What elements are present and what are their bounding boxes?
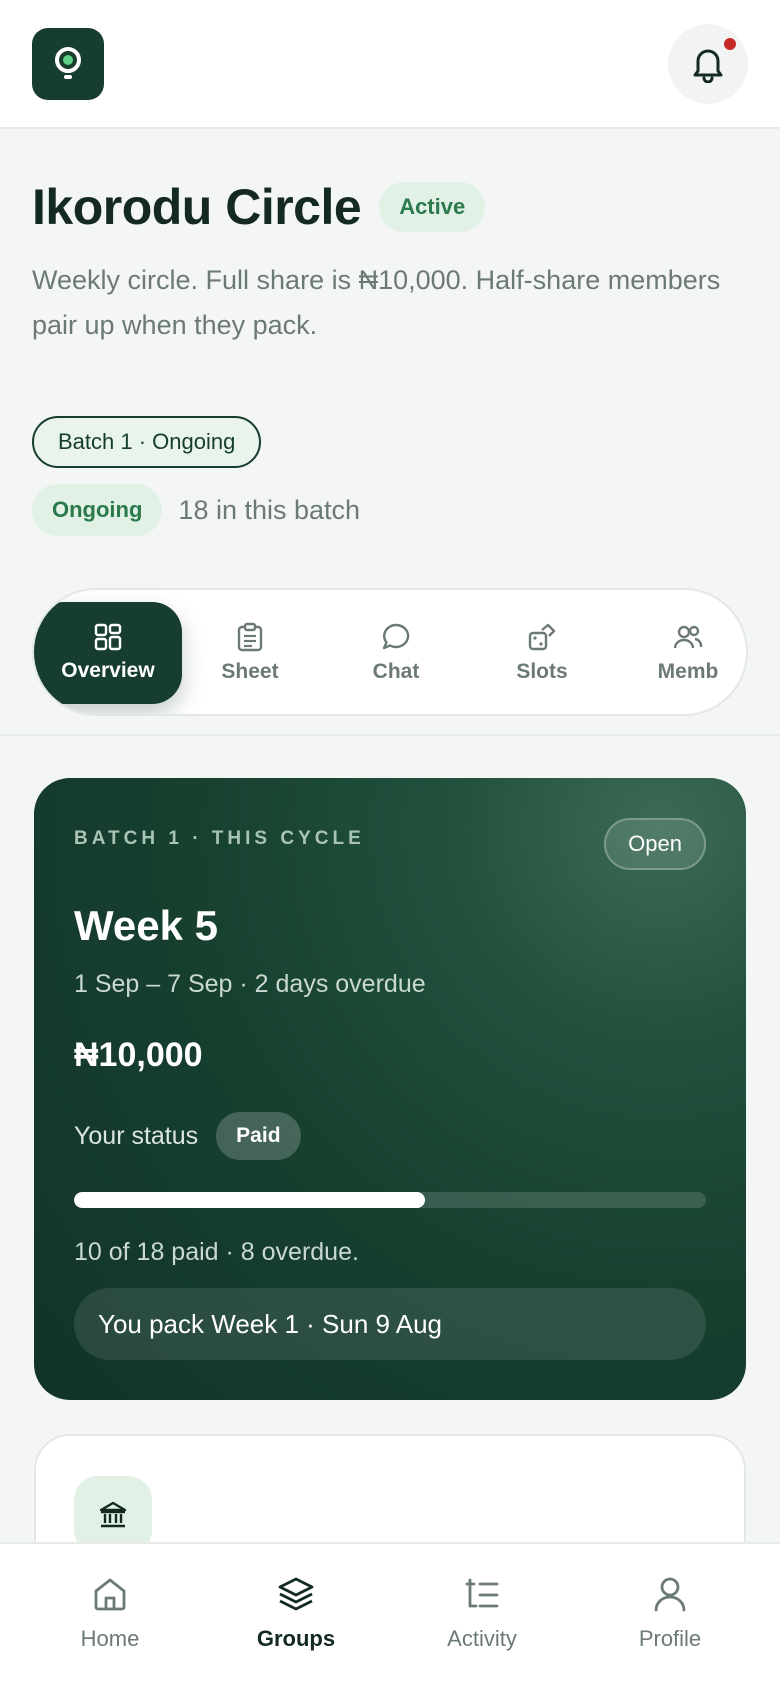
top-bar <box>0 0 780 129</box>
tab-sheet[interactable]: Sheet <box>176 602 324 704</box>
group-description: Weekly circle. Full share is ₦10,000. Ha… <box>32 265 721 340</box>
payment-progress-bar <box>74 1192 706 1208</box>
batch-status-badge: Ongoing <box>32 484 163 536</box>
nav-activity[interactable]: Activity <box>402 1576 562 1666</box>
nav-label: Home <box>80 1626 140 1651</box>
page-title: Ikorodu Circle <box>32 179 362 235</box>
tab-label: Chat <box>372 660 420 683</box>
notifications-button[interactable] <box>668 24 748 104</box>
slots-icon <box>528 623 556 651</box>
tab-overview[interactable]: Overview <box>34 602 182 704</box>
nav-label: Profile <box>638 1626 702 1651</box>
your-status-row: Your status Paid <box>74 1112 301 1160</box>
grid-icon <box>94 623 122 651</box>
nav-groups[interactable]: Groups <box>216 1576 376 1666</box>
tab-label: Memb <box>657 660 719 683</box>
tab-label: Overview <box>61 659 155 682</box>
status-badge: Active <box>379 182 486 232</box>
paid-summary: 10 of 18 paid · 8 overdue. <box>74 1238 359 1266</box>
bottom-navigation: Home Groups Activity Profile <box>0 1542 780 1688</box>
cycle-week: Week 5 <box>74 902 218 949</box>
members-icon <box>673 625 703 649</box>
nav-label: Groups <box>256 1626 336 1651</box>
paid-badge: Paid <box>216 1112 301 1160</box>
chat-bubble-icon <box>382 623 410 650</box>
tab-slots[interactable]: Slots <box>468 602 616 704</box>
cycle-state-badge: Open <box>604 818 706 870</box>
home-icon <box>94 1578 126 1611</box>
nav-home[interactable]: Home <box>30 1576 190 1666</box>
clipboard-icon <box>237 622 263 652</box>
divider <box>0 734 780 736</box>
nav-label: Activity <box>447 1626 517 1651</box>
user-icon <box>654 1577 686 1612</box>
notification-dot <box>722 36 738 52</box>
layers-icon <box>278 1577 314 1611</box>
current-cycle-card[interactable]: BATCH 1 · THIS CYCLE Open Week 5 1 Sep –… <box>34 778 746 1400</box>
payment-progress-fill <box>74 1192 426 1208</box>
tab-members[interactable]: Memb <box>614 602 746 704</box>
group-title-row: Ikorodu Circle Active <box>32 178 486 236</box>
app-logo-icon[interactable] <box>32 28 104 100</box>
tab-label: Slots <box>516 660 568 683</box>
bell-icon <box>693 49 723 83</box>
cycle-dates: 1 Sep – 7 Sep · 2 days overdue <box>74 970 426 998</box>
activity-list-icon <box>465 1578 499 1608</box>
batch-selector[interactable]: Batch 1 · Ongoing <box>32 416 262 468</box>
tab-chat[interactable]: Chat <box>322 602 470 704</box>
cycle-label: BATCH 1 · THIS CYCLE <box>74 828 365 849</box>
group-tabs: Overview Sheet Chat Slots Memb <box>32 588 748 716</box>
batch-member-count: 18 in this batch <box>178 494 361 525</box>
tab-label: Sheet <box>221 660 279 683</box>
contribution-amount: ₦10,000 <box>74 1036 203 1074</box>
your-status-label: Your status <box>74 1121 199 1150</box>
pack-note: You pack Week 1 · Sun 9 Aug <box>74 1288 706 1360</box>
nav-profile[interactable]: Profile <box>590 1576 750 1666</box>
batch-status-row: Ongoing 18 in this batch <box>32 484 360 536</box>
